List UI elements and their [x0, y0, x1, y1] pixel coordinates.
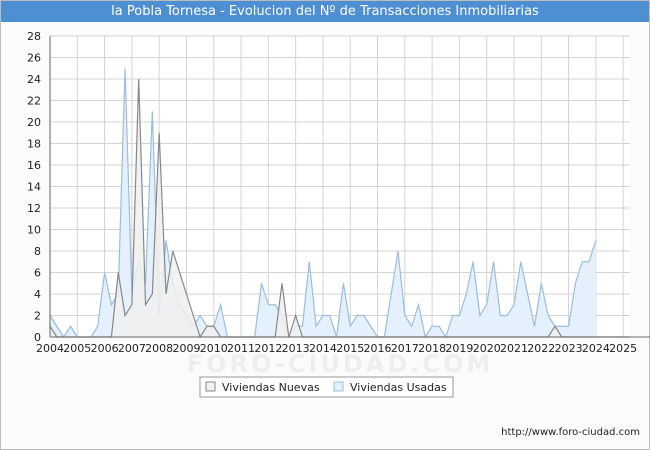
x-tick-label: 2025 [609, 342, 637, 355]
y-tick-label: 10 [27, 224, 41, 237]
y-tick-label: 12 [27, 202, 41, 215]
legend-label-viviendas-usadas: Viviendas Usadas [350, 381, 447, 394]
plot-area: 02468101214161820222426282004 2005 2006 200… [27, 30, 650, 378]
legend-swatch-viviendas-usadas [333, 381, 344, 392]
y-tick-label: 14 [27, 181, 41, 194]
legend-label-viviendas-nuevas: Viviendas Nuevas [222, 381, 320, 394]
x-tick-label: 2023 [555, 342, 583, 355]
x-tick-label: 2021 [500, 342, 528, 355]
watermark: FORO-CIUDAD.COM [187, 350, 494, 378]
y-tick-label: 22 [27, 95, 41, 108]
legend-swatch-viviendas-nuevas [205, 381, 216, 392]
y-tick-label: 20 [27, 116, 41, 129]
x-tick-label: 2022 [527, 342, 555, 355]
y-tick-label: 2 [34, 310, 41, 323]
chart-canvas: 02468101214161820222426282004 2005 2006 200… [27, 30, 650, 398]
x-tick-label: 2008 [145, 342, 173, 355]
x-tick-label: 2024 [582, 342, 610, 355]
y-tick-label: 24 [27, 73, 41, 86]
x-tick-label: 2006 [91, 342, 119, 355]
y-tick-label: 26 [27, 52, 41, 65]
y-tick-label: 18 [27, 138, 41, 151]
x-tick-label: 2007 [118, 342, 146, 355]
y-tick-label: 28 [27, 30, 41, 43]
y-tick-label: 8 [34, 245, 41, 258]
x-tick-label: 2005 [63, 342, 91, 355]
y-tick-label: 4 [34, 288, 41, 301]
y-tick-label: 16 [27, 159, 41, 172]
y-tick-label: 6 [34, 267, 41, 280]
x-tick-label: 2004 [36, 342, 64, 355]
source-credit: http://www.foro-ciudad.com [501, 427, 640, 438]
legend: Viviendas Nuevas Viviendas Usadas [199, 376, 454, 398]
